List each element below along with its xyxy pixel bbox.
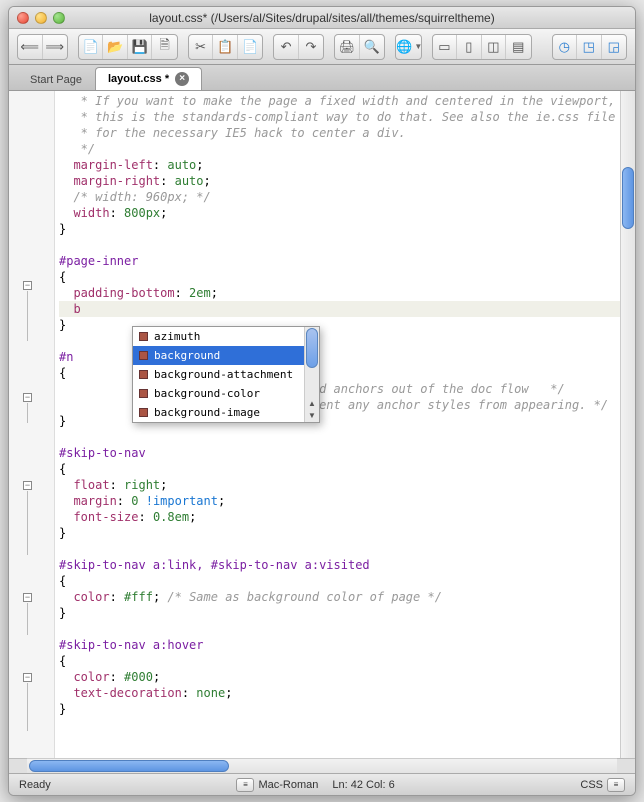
tab-layout-css[interactable]: layout.css * × [95,67,202,90]
redo-button[interactable]: ↷ [299,35,323,59]
property-icon [139,389,148,398]
fold-line [27,603,28,635]
horizontal-scrollbar[interactable] [27,758,617,773]
edit-group: ✂ 📋 📄 [188,34,263,60]
cut-button[interactable]: ✂ [189,35,214,59]
autocomplete-item[interactable]: background-image [133,403,319,422]
fold-line [27,291,28,341]
gutter: − − − − − [9,91,55,758]
preview-button[interactable]: 🔍 [360,35,384,59]
print-group: 🖨 🔍 [334,34,385,60]
print-button[interactable]: 🖨 [335,35,360,59]
property-icon [139,351,148,360]
editor-window: layout.css* (/Users/al/Sites/drupal/site… [8,6,636,796]
language-icon: ≡ [607,778,625,792]
file-group: 📄 📂 💾 🗎 [78,34,178,60]
toolbar: ⟸ ⟹ 📄 📂 💾 🗎 ✂ 📋 📄 ↶ ↷ 🖨 🔍 🌐▼ ▭ ▯ ◫ [9,29,635,65]
window-title: layout.css* (/Users/al/Sites/drupal/site… [9,11,635,25]
tab-start-page[interactable]: Start Page [17,69,95,90]
view-group: ▭ ▯ ◫ ▤ [432,34,532,60]
panel4-button[interactable]: ▤ [506,35,530,59]
fold-toggle[interactable]: − [23,281,32,290]
tool-a-button[interactable]: ◳ [577,35,602,59]
tab-label: Start Page [30,74,82,86]
autocomplete-list: azimuth background background-attachment… [133,327,319,422]
close-icon[interactable]: × [175,72,189,86]
status-position: Ln: 42 Col: 6 [332,779,394,791]
scrollbar-thumb[interactable] [622,167,634,229]
status-ready: Ready [19,779,51,791]
scrollbar-thumb[interactable] [306,328,318,368]
panel2-button[interactable]: ▯ [457,35,481,59]
undo-group: ↶ ↷ [273,34,324,60]
open-button[interactable]: 📂 [103,35,127,59]
encoding-selector[interactable]: ≡ Mac-Roman [236,778,318,792]
paste-button[interactable]: 📄 [238,35,262,59]
up-arrow-icon[interactable]: ▲ [306,397,318,409]
titlebar: layout.css* (/Users/al/Sites/drupal/site… [9,7,635,29]
tool-b-button[interactable]: ◲ [602,35,626,59]
property-icon [139,332,148,341]
fold-toggle[interactable]: − [23,673,32,682]
language-selector[interactable]: CSS ≡ [580,778,625,792]
fold-line [27,403,28,423]
nav-group: ⟸ ⟹ [17,34,68,60]
vertical-scrollbar[interactable] [620,91,635,758]
horizontal-scroll-area [9,758,635,773]
code-wrap[interactable]: * If you want to make the page a fixed w… [55,91,635,758]
autocomplete-item[interactable]: azimuth [133,327,319,346]
statusbar: Ready ≡ Mac-Roman Ln: 42 Col: 6 CSS ≡ [9,773,635,795]
new-file-button[interactable]: 📄 [79,35,103,59]
fold-toggle[interactable]: − [23,481,32,490]
traffic-lights [17,12,65,24]
zoom-icon[interactable] [53,12,65,24]
panel3-button[interactable]: ◫ [482,35,506,59]
forward-button[interactable]: ⟹ [43,35,67,59]
tabbar: Start Page layout.css * × [9,65,635,91]
encoding-icon: ≡ [236,778,254,792]
back-button[interactable]: ⟸ [18,35,43,59]
autocomplete-item[interactable]: background-color [133,384,319,403]
close-icon[interactable] [17,12,29,24]
autocomplete-item[interactable]: background-attachment [133,365,319,384]
fold-toggle[interactable]: − [23,593,32,602]
scroll-arrows: ▲▼ [306,397,318,421]
tab-label: layout.css * [108,73,169,85]
scrollbar-thumb[interactable] [29,760,229,772]
fold-line [27,683,28,731]
fold-toggle[interactable]: − [23,393,32,402]
autocomplete-item-selected[interactable]: background [133,346,319,365]
globe-button[interactable]: 🌐▼ [396,35,421,59]
autocomplete-popup: azimuth background background-attachment… [132,326,320,423]
editor-area: − − − − − * If you want to make the page… [9,91,635,758]
copy-button[interactable]: 📋 [213,35,238,59]
autocomplete-scrollbar[interactable]: ▲▼ [304,327,319,422]
save-all-button[interactable]: 🗎 [152,35,176,59]
web-group: 🌐▼ [395,34,421,60]
property-icon [139,370,148,379]
minimize-icon[interactable] [35,12,47,24]
right-group: ◷ ◳ ◲ [552,34,627,60]
down-arrow-icon[interactable]: ▼ [306,409,318,421]
panel1-button[interactable]: ▭ [433,35,457,59]
browser-button[interactable]: ◷ [553,35,578,59]
save-button[interactable]: 💾 [128,35,152,59]
property-icon [139,408,148,417]
undo-button[interactable]: ↶ [274,35,299,59]
fold-line [27,491,28,555]
